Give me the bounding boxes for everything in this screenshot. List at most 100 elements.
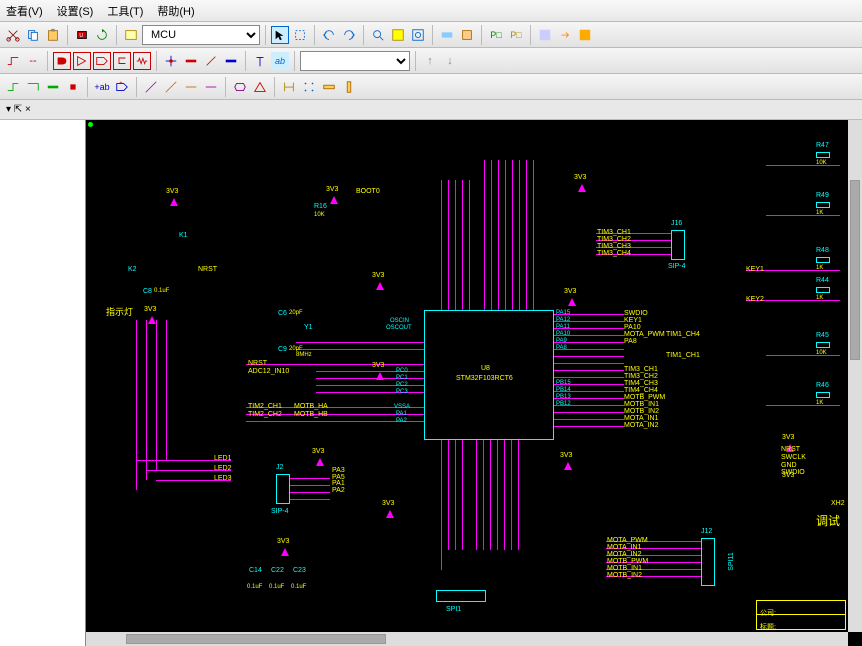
redo-icon[interactable]: [340, 26, 358, 44]
scroll-thumb-h[interactable]: [126, 634, 386, 644]
wire: [455, 180, 456, 310]
toggle-layer-icon[interactable]: [536, 26, 554, 44]
ref-c22: C22: [271, 567, 284, 574]
lbl-nrst: NRST: [248, 360, 267, 367]
caliper-icon[interactable]: [280, 78, 298, 96]
annotate-p-icon[interactable]: P□: [487, 26, 505, 44]
zoom-icon[interactable]: [369, 26, 387, 44]
grid-snap-icon[interactable]: [300, 78, 318, 96]
pwr-3v3: [281, 548, 289, 556]
menu-view[interactable]: 查看(V): [6, 3, 43, 19]
shape-hex-icon[interactable]: [231, 78, 249, 96]
ref-j16: J16: [671, 220, 682, 227]
label-icon[interactable]: ab: [271, 52, 289, 70]
highlight-icon[interactable]: [576, 26, 594, 44]
lbl-3v3: 3V3: [574, 174, 586, 181]
red-place-icon[interactable]: [64, 78, 82, 96]
component-icon[interactable]: U: [73, 26, 91, 44]
resistor-icon[interactable]: [133, 52, 151, 70]
tag-plus-icon[interactable]: +: [113, 78, 131, 96]
cut-icon[interactable]: [4, 26, 22, 44]
toolbar-row-1: U MCU P□ P□: [0, 22, 862, 48]
val-y1: 8MHz: [296, 352, 312, 358]
green-wire-icon[interactable]: [4, 78, 22, 96]
comp-r44[interactable]: [816, 287, 830, 293]
power-icon[interactable]: [251, 52, 269, 70]
wire: [462, 180, 463, 310]
lbl-tim2ch1: TIM2_CH1: [248, 403, 282, 410]
dash-icon[interactable]: --: [24, 52, 42, 70]
menu-settings[interactable]: 设置(S): [57, 3, 94, 19]
conn-j12[interactable]: [701, 538, 715, 586]
chip-u8-ref: U8: [481, 365, 490, 372]
junction-icon[interactable]: [162, 52, 180, 70]
ruler-v-icon[interactable]: [340, 78, 358, 96]
wire: [766, 165, 840, 166]
scrollbar-horizontal[interactable]: [86, 632, 848, 646]
lbl-motain2-j: MOTA_IN2: [607, 551, 642, 558]
conn-j2[interactable]: [276, 474, 290, 504]
measure2-icon[interactable]: [162, 78, 180, 96]
netname-dropdown[interactable]: [300, 51, 410, 71]
measure1-icon[interactable]: [142, 78, 160, 96]
shape-tri-icon[interactable]: [251, 78, 269, 96]
wire: [469, 180, 470, 310]
ref-c9: C9: [278, 346, 287, 353]
comp-r46[interactable]: [816, 392, 830, 398]
ref-k2: K2: [128, 266, 137, 273]
select-rect-icon[interactable]: [291, 26, 309, 44]
wire: [554, 363, 624, 364]
green-corner-icon[interactable]: [24, 78, 42, 96]
lbl-pa2-j2: PA2: [332, 487, 345, 494]
bus-icon[interactable]: [182, 52, 200, 70]
schematic-canvas[interactable]: U8 STM32F103RCT6: [86, 120, 862, 646]
pwr-3v3: [376, 282, 384, 290]
inv-gate-icon[interactable]: [73, 52, 91, 70]
side-panel[interactable]: [0, 120, 86, 646]
ruler-h-icon[interactable]: [320, 78, 338, 96]
menu-help[interactable]: 帮助(H): [157, 3, 194, 19]
conn-j16[interactable]: [671, 230, 685, 260]
pointer-icon[interactable]: [271, 26, 289, 44]
copy-icon[interactable]: [24, 26, 42, 44]
port-in-icon[interactable]: [93, 52, 111, 70]
net-entry-icon[interactable]: [202, 52, 220, 70]
arrow-up-icon[interactable]: ↑: [421, 52, 439, 70]
library-icon[interactable]: [458, 26, 476, 44]
refresh-icon[interactable]: [93, 26, 111, 44]
ref-k1: K1: [179, 232, 188, 239]
zoom-select-icon[interactable]: [409, 26, 427, 44]
zoom-fit-icon[interactable]: [389, 26, 407, 44]
add-part-icon[interactable]: [438, 26, 456, 44]
nav-arrow-icon[interactable]: [556, 26, 574, 44]
scrollbar-vertical[interactable]: [848, 120, 862, 632]
bus2-icon[interactable]: [222, 52, 240, 70]
paste-icon[interactable]: [44, 26, 62, 44]
wire-icon[interactable]: [4, 52, 22, 70]
comp-r47[interactable]: [816, 152, 830, 158]
sheet-dropdown[interactable]: MCU: [142, 25, 260, 45]
measure4-icon[interactable]: [202, 78, 220, 96]
lbl-motbhb: MOTB_HB: [294, 411, 328, 418]
wire: [166, 320, 167, 460]
wire: [554, 426, 624, 427]
lbl-tim3ch2: TIM3_CH2: [624, 373, 658, 380]
bracket-icon[interactable]: ⊏: [113, 52, 131, 70]
gate-icon[interactable]: [53, 52, 71, 70]
comp-r49[interactable]: [816, 202, 830, 208]
wire: [290, 478, 330, 479]
wire: [146, 320, 147, 480]
text-plus-icon[interactable]: +ab: [93, 78, 111, 96]
sheet-browse-icon[interactable]: [122, 26, 140, 44]
measure3-icon[interactable]: [182, 78, 200, 96]
green-bus-icon[interactable]: [44, 78, 62, 96]
panel-pin-icons[interactable]: ▾ ⇱ ×: [6, 104, 31, 115]
comp-r45[interactable]: [816, 342, 830, 348]
spi1-box[interactable]: [436, 590, 486, 602]
menu-tools[interactable]: 工具(T): [107, 3, 143, 19]
annotate-p2-icon[interactable]: P□: [507, 26, 525, 44]
comp-r48[interactable]: [816, 257, 830, 263]
scroll-thumb-v[interactable]: [850, 180, 860, 360]
arrow-down-icon[interactable]: ↓: [441, 52, 459, 70]
undo-icon[interactable]: [320, 26, 338, 44]
